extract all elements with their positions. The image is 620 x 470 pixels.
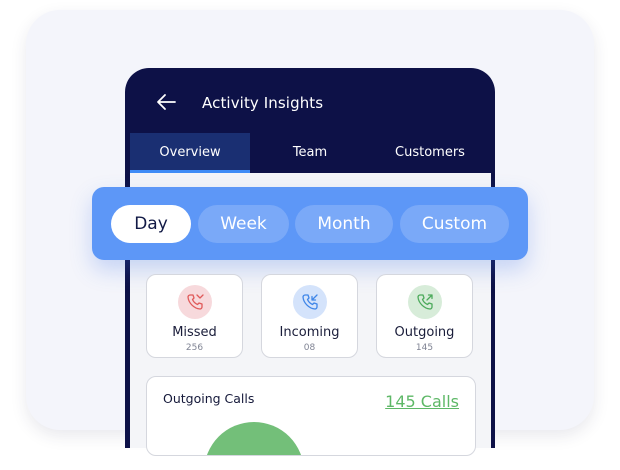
back-arrow-icon[interactable]: [155, 92, 177, 112]
tab-team[interactable]: Team: [250, 133, 370, 173]
incoming-calls-card[interactable]: Incoming 08: [261, 274, 358, 358]
outgoing-call-icon: [408, 285, 442, 319]
missed-count: 256: [185, 343, 204, 353]
outgoing-calls-chart: [204, 422, 304, 455]
missed-call-icon: [178, 285, 212, 319]
app-header: Activity Insights: [125, 68, 495, 132]
outgoing-calls-panel: Outgoing Calls 145 Calls: [146, 376, 476, 456]
outgoing-calls-card[interactable]: Outgoing 145: [376, 274, 473, 358]
outgoing-label: Outgoing: [394, 325, 455, 340]
range-day-button[interactable]: Day: [111, 205, 191, 243]
missed-label: Missed: [172, 325, 217, 340]
range-week-button[interactable]: Week: [198, 205, 289, 243]
range-custom-button[interactable]: Custom: [400, 205, 509, 243]
tab-overview[interactable]: Overview: [130, 133, 250, 173]
tab-customers[interactable]: Customers: [370, 133, 490, 173]
missed-calls-card[interactable]: Missed 256: [146, 274, 243, 358]
page-title: Activity Insights: [202, 94, 324, 112]
incoming-label: Incoming: [279, 325, 340, 340]
incoming-count: 08: [303, 343, 316, 353]
incoming-call-icon: [293, 285, 327, 319]
range-month-button[interactable]: Month: [295, 205, 393, 243]
date-range-selector: Day Week Month Custom: [92, 187, 528, 260]
tab-bar: Overview Team Customers: [130, 133, 485, 173]
outgoing-calls-title: Outgoing Calls: [163, 391, 255, 406]
outgoing-calls-total-link[interactable]: 145 Calls: [385, 392, 459, 411]
outgoing-count: 145: [415, 343, 434, 353]
